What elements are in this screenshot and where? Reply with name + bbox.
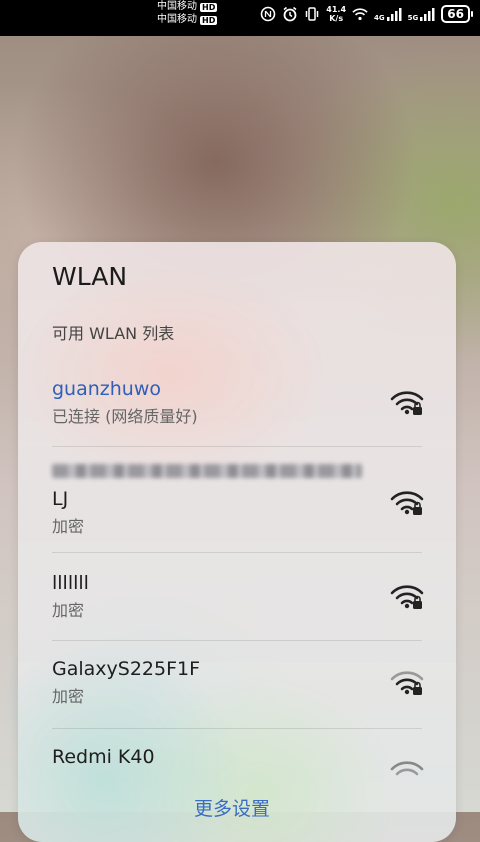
network-speed-unit: K/s	[329, 14, 344, 23]
wifi-locked-icon	[390, 391, 424, 415]
network-name: Redmi K40	[52, 746, 155, 768]
network-item-guanzhuwo[interactable]: guanzhuwo 已连接 (网络质量好)	[52, 378, 424, 427]
nfc-icon	[260, 6, 276, 22]
divider	[52, 446, 422, 447]
network-name: lllllll	[52, 572, 89, 594]
network-speed: 41.4 K/s	[326, 5, 346, 23]
carrier-info: 中国移动 HD 中国移动 HD	[157, 0, 218, 26]
battery-indicator: 66	[441, 5, 473, 23]
wifi-locked-icon	[390, 491, 424, 515]
network-status: 加密	[52, 687, 85, 706]
hd-badge-2: HD	[200, 15, 218, 25]
wlan-panel: WLAN 可用 WLAN 列表 guanzhuwo 已连接 (网络质量好) LJ…	[18, 242, 456, 842]
network-name: GalaxyS225F1F	[52, 658, 201, 680]
network-item-lj[interactable]: LJ 加密	[52, 488, 424, 537]
network-type-2: 5G	[407, 14, 419, 22]
signal-icon-2	[420, 8, 435, 21]
carrier-1-label: 中国移动	[157, 1, 197, 12]
divider	[52, 728, 422, 729]
network-speed-value: 41.4	[326, 5, 347, 14]
status-bar: 中国移动 HD 中国移动 HD 41.4 K/s 4G 5G 66	[0, 0, 480, 36]
signal-icon-1	[386, 8, 402, 21]
wifi-status-icon	[352, 8, 368, 21]
hd-badge-1: HD	[200, 2, 218, 12]
wifi-weak-icon	[390, 761, 424, 776]
panel-title: WLAN	[52, 262, 128, 291]
network-name: guanzhuwo	[52, 378, 162, 400]
carrier-2-label: 中国移动	[157, 14, 197, 25]
network-item-lllllll[interactable]: lllllll 加密	[52, 572, 424, 621]
network-status: 加密	[52, 601, 85, 620]
alarm-icon	[283, 6, 297, 22]
divider	[52, 552, 422, 553]
vibrate-icon	[306, 7, 319, 21]
network-item-redmi-k40[interactable]: Redmi K40	[52, 746, 424, 776]
network-status: 已连接 (网络质量好)	[52, 407, 198, 426]
divider	[52, 640, 422, 641]
network-type-1: 4G	[374, 14, 385, 22]
status-icons: 41.4 K/s 4G 5G 66	[260, 4, 473, 24]
available-networks-label: 可用 WLAN 列表	[52, 324, 175, 343]
more-settings-link[interactable]: 更多设置	[194, 794, 270, 821]
blurred-content	[52, 464, 362, 478]
wifi-locked-icon	[390, 585, 424, 609]
wifi-medium-locked-icon	[390, 671, 424, 695]
network-name: LJ	[52, 488, 69, 510]
network-status: 加密	[52, 517, 85, 536]
network-item-galaxys225f1f[interactable]: GalaxyS225F1F 加密	[52, 658, 424, 707]
